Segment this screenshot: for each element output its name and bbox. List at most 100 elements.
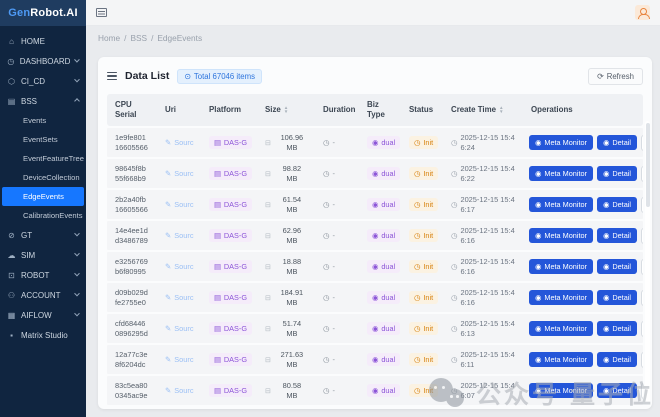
sort-size-icon[interactable]: ▲ ▼ xyxy=(284,105,289,114)
page-title: Data List xyxy=(125,70,170,82)
user-avatar[interactable] xyxy=(635,5,650,20)
more-actions-dropdown[interactable]: ▥ xyxy=(641,258,643,275)
sidebar-item-eventfeaturetree[interactable]: EventFeatureTree xyxy=(2,149,84,168)
data-list-card: Data List ⊙ Total 67046 items ⟳ Refresh … xyxy=(98,57,652,409)
source-link[interactable]: ✎ Sourc xyxy=(165,262,194,271)
biz-type-badge: ◉ dual xyxy=(367,353,401,366)
detail-button[interactable]: ◉ Detail xyxy=(596,290,637,305)
eye-icon: ◉ xyxy=(535,138,542,147)
sidebar-item-robot[interactable]: ⊡ ROBOT xyxy=(0,265,86,285)
meta-monitor-button[interactable]: ◉ Meta Monitor xyxy=(529,228,593,243)
duration-cell: ◷ - xyxy=(323,355,335,364)
source-link[interactable]: ✎ Sourc xyxy=(165,324,194,333)
platform-icon: ▤ xyxy=(214,262,221,271)
sort-create-time-icon[interactable]: ▲ ▼ xyxy=(499,105,504,114)
detail-button[interactable]: ◉ Detail xyxy=(596,228,637,243)
source-link[interactable]: ✎ Sourc xyxy=(165,169,194,178)
meta-monitor-button[interactable]: ◉ Meta Monitor xyxy=(529,352,593,367)
breadcrumb-bss[interactable]: BSS xyxy=(130,33,147,43)
detail-button[interactable]: ◉ Detail xyxy=(596,321,637,336)
source-link[interactable]: ✎ Sourc xyxy=(165,231,194,240)
eye-icon: ◉ xyxy=(602,386,610,395)
create-time-cell: ◷ 2025-12-15 15:46:13 xyxy=(451,318,515,338)
sidebar-item-aiflow[interactable]: ▦ AIFLOW xyxy=(0,305,86,325)
chevron-down-icon xyxy=(74,310,80,317)
sidebar-item-matrix-studio[interactable]: ▪ Matrix Studio xyxy=(0,325,86,345)
size-cell: ⊟ 61.54 MB xyxy=(265,194,302,214)
biz-type-cell: ◉ dual xyxy=(359,289,401,306)
detail-button[interactable]: ◉ Detail xyxy=(596,197,637,212)
more-actions-dropdown[interactable]: ▥ xyxy=(641,196,643,213)
duration-cell: ◷ - xyxy=(323,231,335,240)
source-link[interactable]: ✎ Sourc xyxy=(165,200,194,209)
source-link[interactable]: ✎ Sourc xyxy=(165,293,194,302)
sidebar-item-bss[interactable]: ▤ BSS xyxy=(0,91,86,111)
more-actions-dropdown[interactable]: ▥ xyxy=(641,227,643,244)
status-cell: ◷ Init xyxy=(401,227,443,244)
vertical-scrollbar[interactable] xyxy=(645,121,650,404)
breadcrumb-home[interactable]: Home xyxy=(98,33,120,43)
platform-cell: ▤ DAS-G xyxy=(201,196,257,213)
status-cell: ◷ Init xyxy=(401,165,443,182)
meta-monitor-button[interactable]: ◉ Meta Monitor xyxy=(529,135,593,150)
sidebar-item-label: GT xyxy=(21,230,33,240)
detail-button[interactable]: ◉ Detail xyxy=(596,135,637,150)
clock-icon: ◷ xyxy=(414,262,421,271)
eye-icon: ◉ xyxy=(602,169,610,178)
scrollbar-thumb[interactable] xyxy=(645,123,650,207)
meta-monitor-button[interactable]: ◉ Meta Monitor xyxy=(529,166,593,181)
sidebar-item-eventsets[interactable]: EventSets xyxy=(2,130,84,149)
duration-cell: ◷ - xyxy=(323,293,335,302)
sidebar-item-calibrationevents[interactable]: CalibrationEvents xyxy=(2,206,84,225)
sidebar-item-account[interactable]: ⚇ ACCOUNT xyxy=(0,285,86,305)
home-icon: ⌂ xyxy=(9,36,14,46)
table-row: 2b2a40fb 16605566 ✎ Sourc ▤ DAS-G ⊟ 61.5… xyxy=(107,190,643,219)
sidebar-item-edgeevents[interactable]: EdgeEvents xyxy=(2,187,84,206)
meta-monitor-button[interactable]: ◉ Meta Monitor xyxy=(529,197,593,212)
more-actions-dropdown[interactable]: ▥ xyxy=(641,320,643,337)
source-link[interactable]: ✎ Sourc xyxy=(165,138,194,147)
meta-monitor-button[interactable]: ◉ Meta Monitor xyxy=(529,259,593,274)
source-link[interactable]: ✎ Sourc xyxy=(165,386,194,395)
create-time-cell: ◷ 2025-12-15 15:46:16 xyxy=(451,287,515,307)
detail-button[interactable]: ◉ Detail xyxy=(596,259,637,274)
uri-cell: ✎ Sourc xyxy=(157,384,201,397)
total-icon: ⊙ xyxy=(184,71,191,81)
detail-button[interactable]: ◉ Detail xyxy=(596,166,637,181)
app-logo[interactable]: Gen Robot.AI xyxy=(0,0,86,26)
more-actions-dropdown[interactable]: ▥ xyxy=(641,134,643,151)
meta-monitor-button[interactable]: ◉ Meta Monitor xyxy=(529,321,593,336)
total-items-badge: ⊙ Total 67046 items xyxy=(177,68,263,84)
meta-monitor-button[interactable]: ◉ Meta Monitor xyxy=(529,383,593,398)
sidebar-item-devicecollection[interactable]: DeviceCollection xyxy=(2,168,84,187)
uri-cell: ✎ Sourc xyxy=(157,260,201,273)
collapse-sidebar-icon[interactable] xyxy=(96,8,107,17)
refresh-button[interactable]: ⟳ Refresh xyxy=(588,67,643,85)
meta-monitor-button[interactable]: ◉ Meta Monitor xyxy=(529,290,593,305)
gt-icon: ⊘ xyxy=(8,230,15,240)
cpu-serial-cell: 12a77c3e 8f6204dc xyxy=(115,349,148,369)
cpu-serial-cell: 83c5ea80 0345ac9e xyxy=(115,380,148,400)
sidebar-item-events[interactable]: Events xyxy=(2,111,84,130)
more-actions-dropdown[interactable]: ▥ xyxy=(641,165,643,182)
detail-button[interactable]: ◉ Detail xyxy=(596,352,637,367)
source-link[interactable]: ✎ Sourc xyxy=(165,355,194,364)
eye-icon: ◉ xyxy=(602,262,610,271)
more-actions-dropdown[interactable]: ▥ xyxy=(641,382,643,399)
biz-type-badge: ◉ dual xyxy=(367,229,401,242)
uri-cell: ✎ Sourc xyxy=(157,353,201,366)
sidebar-item-home[interactable]: ⌂ HOME xyxy=(0,31,86,51)
sidebar-item-dashboard[interactable]: ◷ DASHBOARD xyxy=(0,51,86,71)
more-actions-dropdown[interactable]: ▥ xyxy=(641,289,643,306)
sidebar-item-sim[interactable]: ☁ SIM xyxy=(0,245,86,265)
eye-icon: ◉ xyxy=(602,324,610,333)
sidebar-item-gt[interactable]: ⊘ GT xyxy=(0,225,86,245)
detail-button[interactable]: ◉ Detail xyxy=(596,383,637,398)
eye-icon: ◉ xyxy=(602,231,610,240)
size-icon: ⊟ xyxy=(265,263,271,271)
more-actions-dropdown[interactable]: ▥ xyxy=(641,351,643,368)
table-header: CPU Serial Uri Platform Size ▲ ▼ Duration… xyxy=(107,94,643,126)
dot-icon: ◉ xyxy=(372,231,379,240)
sidebar-item-ci-cd[interactable]: ⬡ CI_CD xyxy=(0,71,86,91)
size-cell: ⊟ 98.82 MB xyxy=(265,163,302,183)
